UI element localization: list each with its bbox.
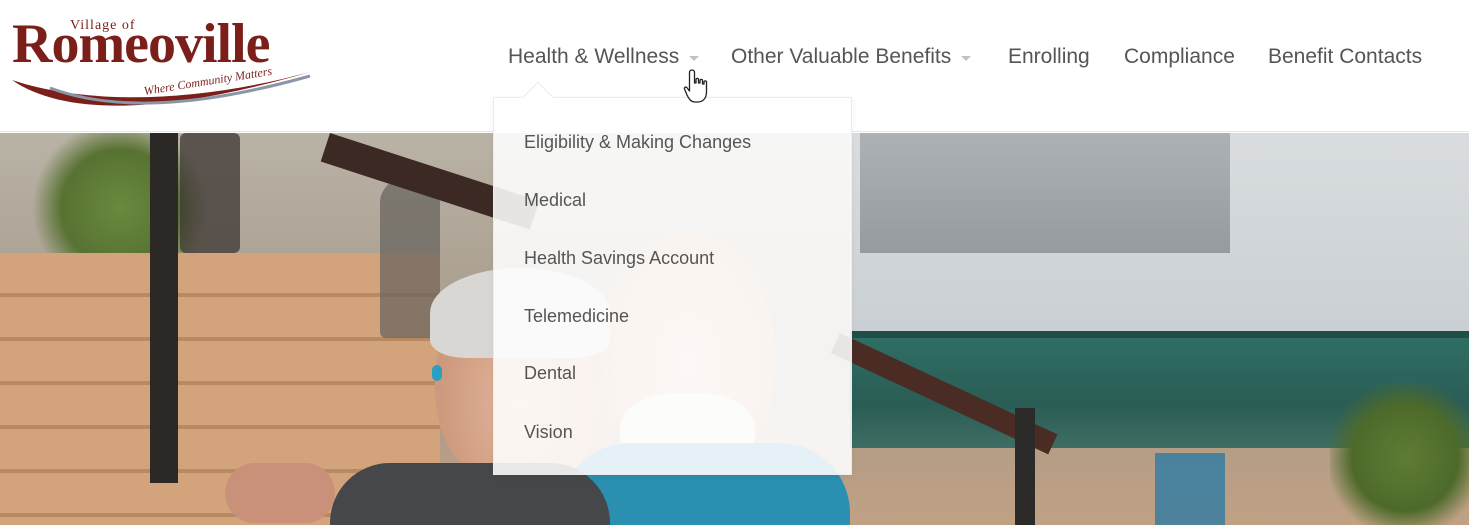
dropdown-item-eligibility[interactable]: Eligibility & Making Changes [524,127,751,157]
chevron-down-icon [961,56,972,61]
hero-trees-right [1330,383,1469,525]
health-wellness-dropdown: Eligibility & Making Changes Medical Hea… [493,97,852,475]
hero-mural [1155,453,1225,525]
nav-item-health-wellness[interactable]: Health & Wellness [508,40,700,74]
hand-pointer-icon [683,69,708,103]
nav-item-enrolling[interactable]: Enrolling [1008,40,1090,74]
nav-item-benefit-contacts[interactable]: Benefit Contacts [1268,40,1422,74]
dropdown-item-dental[interactable]: Dental [524,358,576,388]
main-nav: Health & Wellness Other Valuable Benefit… [0,40,1469,74]
logo-village-text: Village of [70,18,136,33]
nav-item-label: Health & Wellness [508,45,680,68]
hero-building [860,133,1230,253]
hero-earbud [432,365,442,381]
nav-item-label: Other Valuable Benefits [731,45,952,68]
dropdown-item-health-savings-account[interactable]: Health Savings Account [524,243,714,273]
chevron-down-icon [689,56,700,61]
hero-post [1015,408,1035,525]
nav-item-other-valuable-benefits[interactable]: Other Valuable Benefits [731,40,972,74]
nav-item-label: Benefit Contacts [1268,45,1423,68]
dropdown-item-telemedicine[interactable]: Telemedicine [524,301,629,331]
nav-item-label: Compliance [1124,45,1235,68]
dropdown-item-vision[interactable]: Vision [524,417,573,447]
hero-pole [150,133,178,483]
hero-background-person [180,133,240,253]
dropdown-arrow [523,83,553,98]
nav-item-label: Enrolling [1008,45,1090,68]
hero-hand [225,463,335,523]
dropdown-item-medical[interactable]: Medical [524,185,586,215]
nav-item-compliance[interactable]: Compliance [1124,40,1235,74]
